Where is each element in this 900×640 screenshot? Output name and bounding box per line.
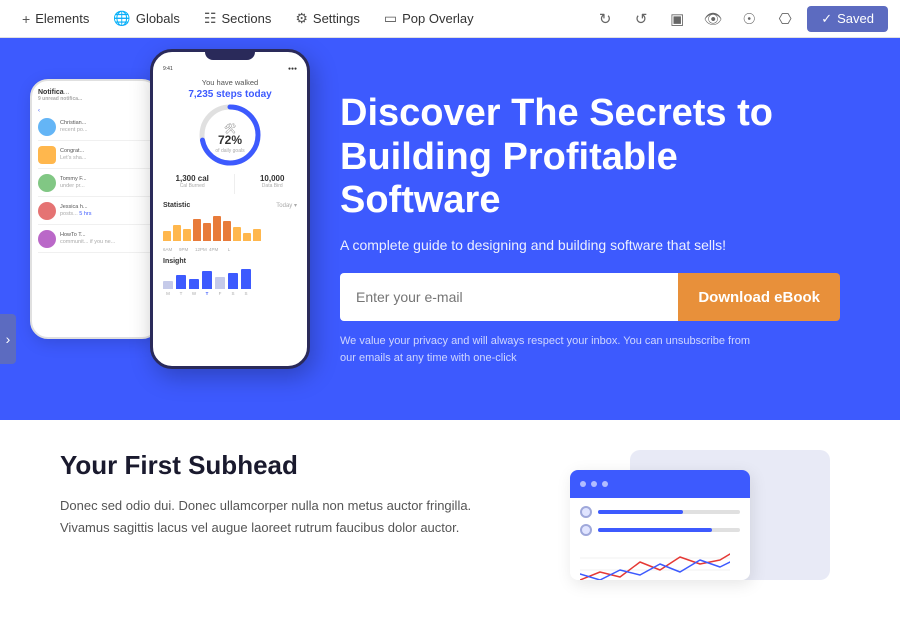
steps-title: You have walked (163, 78, 297, 87)
email-row: Download eBook (340, 273, 840, 321)
hero-heading: Discover The Secrets to Building Profita… (340, 92, 840, 223)
phone-back: Notifica... 9 unread notifica... ‹ Chris… (30, 79, 160, 339)
hero-text-area: Discover The Secrets to Building Profita… (310, 92, 840, 366)
statistic-label: Statistic Today ▾ (163, 202, 297, 209)
email-input[interactable] (340, 273, 678, 321)
hero-subheading: A complete guide to designing and buildi… (340, 237, 840, 253)
undo-button[interactable]: ↻ (591, 5, 619, 33)
notification-item: HowTo T...communit... if you ne... (38, 230, 152, 253)
sections-label: Sections (221, 11, 271, 26)
dot-1 (580, 481, 586, 487)
notification-item: Congrat...Let's sha... (38, 146, 152, 169)
phone-status-bar: 9:41 ●●● (163, 66, 297, 72)
insight-bars (163, 269, 297, 289)
notification-item: Tommy F...under pr... (38, 174, 152, 197)
preview-button[interactable]: 👁 (699, 5, 727, 33)
dot-2 (591, 481, 597, 487)
mini-line-chart (580, 542, 730, 580)
toolbar: + Elements 🌐 Globals ☷ Sections ⚙ Settin… (0, 0, 900, 38)
privacy-text: We value your privacy and will always re… (340, 333, 760, 366)
notification-item: Christian...recent po... (38, 118, 152, 141)
saved-label: Saved (837, 11, 874, 26)
toolbar-right: ↻ ↺ ▣ 👁 ☉ ⎔ ✓ Saved (591, 5, 888, 33)
saved-button[interactable]: ✓ Saved (807, 6, 888, 32)
globe-icon: 🌐 (113, 10, 130, 27)
share-button[interactable]: ⎔ (771, 5, 799, 33)
phones-container: Notifica... 9 unread notifica... ‹ Chris… (30, 49, 310, 409)
dot-3 (602, 481, 608, 487)
device-card-header (570, 470, 750, 498)
cal-value: 1,300 cal (176, 174, 209, 183)
phone-notch (205, 52, 255, 60)
download-label: Download eBook (698, 289, 820, 306)
stats-row: 1,300 cal Cal Burned 10,000 Data Bird (163, 174, 297, 194)
device-card-body (570, 498, 750, 580)
notifications-header: Notifica... 9 unread notifica... (38, 89, 152, 102)
data-value: 10,000 (260, 174, 284, 183)
overlay-icon: ▭ (384, 10, 397, 27)
help-button[interactable]: ☉ (735, 5, 763, 33)
elements-button[interactable]: + Elements (12, 7, 99, 31)
phone-front: 9:41 ●●● You have walked 7,235 steps tod… (150, 49, 310, 369)
svg-text:of daily goals: of daily goals (215, 148, 245, 154)
settings-button[interactable]: ⚙ Settings (285, 6, 370, 31)
steps-count: 7,235 steps today (163, 89, 297, 100)
globals-button[interactable]: 🌐 Globals (103, 6, 190, 31)
bottom-left: Your First Subhead Donec sed odio dui. D… (60, 450, 520, 610)
sections-icon: ☷ (204, 10, 217, 27)
device-front-card (570, 470, 750, 580)
subhead-body: Donec sed odio dui. Donec ullamcorper nu… (60, 495, 520, 539)
svg-text:72%: 72% (218, 133, 242, 147)
insight-title: Insight (163, 258, 297, 265)
circle-progress: 🛠 72% of daily goals (163, 100, 297, 170)
notification-item: Jessica h...posts... 5 hrs (38, 202, 152, 225)
sections-button[interactable]: ☷ Sections (194, 6, 281, 31)
elements-label: Elements (35, 11, 89, 26)
main-content: › Notifica... 9 unread notifica... ‹ (0, 38, 900, 640)
desktop-button[interactable]: ▣ (663, 5, 691, 33)
bar-chart (163, 213, 297, 241)
check-icon: ✓ (821, 11, 832, 27)
pop-overlay-label: Pop Overlay (402, 11, 474, 26)
left-collapse-tab[interactable]: › (0, 314, 16, 364)
data-label: Data Bird (260, 183, 284, 189)
hero-section: Notifica... 9 unread notifica... ‹ Chris… (0, 38, 900, 420)
subhead-title: Your First Subhead (60, 450, 520, 481)
chart-labels: 6AM 9PM 12PM 4PM L (163, 247, 297, 252)
device-illustration (570, 450, 830, 610)
chevron-left-icon: › (6, 331, 11, 347)
redo-button[interactable]: ↺ (627, 5, 655, 33)
cal-label: Cal Burned (176, 183, 209, 189)
globals-label: Globals (136, 11, 180, 26)
gear-icon: ⚙ (295, 10, 308, 27)
bottom-right (560, 450, 840, 610)
bottom-section: Your First Subhead Donec sed odio dui. D… (0, 420, 900, 640)
pop-overlay-button[interactable]: ▭ Pop Overlay (374, 6, 484, 31)
settings-label: Settings (313, 11, 360, 26)
download-ebook-button[interactable]: Download eBook (678, 273, 840, 321)
plus-icon: + (22, 11, 30, 27)
